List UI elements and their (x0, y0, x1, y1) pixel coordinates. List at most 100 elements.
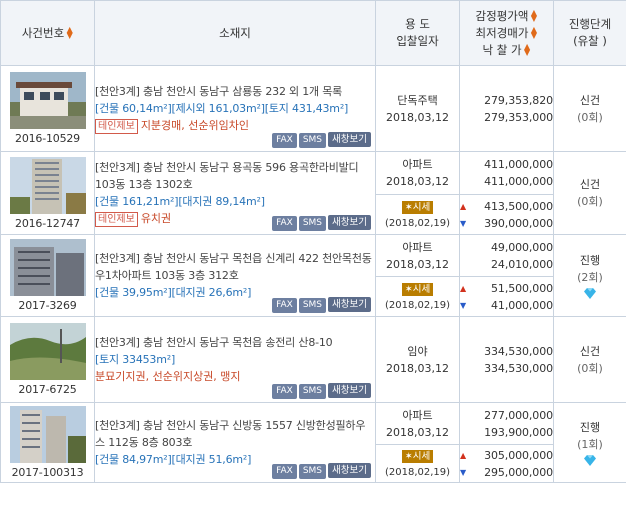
market-high: 305,000,000 (484, 448, 553, 462)
sms-button[interactable]: SMS (298, 298, 327, 313)
property-photo[interactable] (9, 406, 86, 463)
header-status: 진행단계 (유찰 ) (553, 0, 626, 66)
price-cell: 277,000,000 193,900,000 (459, 402, 554, 445)
info-tag[interactable]: 테인제보 (95, 212, 138, 227)
up-arrow-icon: ▲ (460, 450, 467, 460)
property-use: 아파트 (402, 408, 433, 422)
new-window-button[interactable]: 새창보기 (328, 132, 371, 147)
bid-date: 2018,03,12 (386, 110, 449, 124)
case-number[interactable]: 2017-6725 (1, 383, 94, 396)
down-arrow-icon: ▼ (460, 218, 467, 228)
location-cell: [천안3계] 충남 천안시 동남구 용곡동 596 용곡한라비발디 103동 1… (94, 151, 376, 235)
sort-arrows-icon[interactable]: ▲ ▼ (524, 43, 531, 57)
new-window-button[interactable]: 새창보기 (328, 463, 371, 478)
case-number[interactable]: 2016-10529 (1, 132, 94, 145)
price-cell: 334,530,000 334,530,000 (459, 316, 554, 403)
property-photo[interactable] (9, 156, 86, 214)
property-use: 아파트 (402, 158, 433, 171)
property-use: 단독주택 (397, 93, 438, 107)
property-photo[interactable] (9, 72, 86, 129)
photo-cell[interactable]: 2017-3269 (0, 234, 95, 317)
market-logo-icon[interactable]: ✶시세 (401, 449, 434, 463)
header-case-no[interactable]: 사건번호 ▲ ▼ (0, 0, 95, 66)
photo-cell[interactable]: 2016-10529 (0, 65, 95, 152)
new-window-button[interactable]: 새창보기 (328, 297, 371, 312)
market-cell[interactable]: ✶시세 (2018,02,19) (375, 194, 460, 235)
appraisal-price: 279,353,820 (484, 93, 553, 107)
table-row[interactable]: 2016-10529 [천안3계] 충남 천안시 동남구 삼룡동 232 외 1… (0, 65, 626, 152)
fax-button[interactable]: FAX (272, 216, 297, 231)
table-row[interactable]: 2017-6725 [천안3계] 충남 천안시 동남구 목천읍 송전리 산8-1… (0, 316, 626, 403)
table-row[interactable]: 2016-12747 [천안3계] 충남 천안시 동남구 용곡동 596 용곡한… (0, 151, 626, 235)
address-link[interactable]: [천안3계] 충남 천안시 동남구 용곡동 596 용곡한라비발디 103동 1… (95, 159, 375, 193)
bid-date: 2018,03,12 (386, 175, 449, 188)
photo-cell[interactable]: 2017-100313 (0, 402, 95, 483)
diamond-icon (584, 455, 596, 466)
table-row[interactable]: 2017-3269 [천안3계] 충남 천안시 동남구 목천읍 신계리 422 … (0, 234, 626, 317)
status-label: 신건 (579, 93, 601, 107)
sort-arrows-icon[interactable]: ▲ ▼ (66, 26, 73, 40)
use-cell: 단독주택 2018,03,12 (375, 65, 460, 152)
status-count: (0회) (577, 361, 603, 375)
case-number[interactable]: 2017-3269 (1, 299, 94, 312)
market-date: (2018,02,19) (384, 299, 451, 311)
use-cell: 아파트 2018,03,12 (375, 402, 460, 445)
header-location: 소재지 (94, 0, 376, 66)
info-tag[interactable]: 테인제보 (95, 119, 138, 134)
property-photo[interactable] (9, 323, 86, 380)
area-info: [건물 60,14m²][제시외 161,03m²][토지 431,43m²] (95, 102, 349, 115)
address-link[interactable]: [천안3계] 충남 천안시 동남구 목천읍 송전리 산8-10 (95, 334, 375, 351)
sms-button[interactable]: SMS (298, 216, 327, 231)
status-count: (0회) (577, 195, 603, 208)
table-row[interactable]: 2017-100313 [천안3계] 충남 천안시 동남구 신방동 1557 신… (0, 402, 626, 483)
status-cell: 진행 (2회) (553, 234, 626, 317)
up-arrow-icon: ▲ (460, 283, 467, 293)
area-info: [토지 33453m²] (95, 353, 176, 366)
sms-button[interactable]: SMS (298, 464, 327, 479)
status-count: (2회) (577, 271, 603, 284)
case-number[interactable]: 2016-12747 (1, 217, 94, 230)
up-arrow-icon: ▲ (460, 201, 467, 211)
min-bid-price: 279,353,000 (484, 110, 553, 124)
new-window-button[interactable]: 새창보기 (328, 215, 371, 230)
sort-arrows-icon[interactable]: ▲ ▼ (530, 9, 537, 23)
market-low: 41,000,000 (491, 298, 553, 312)
status-label: 진행 (579, 421, 601, 434)
sort-arrows-icon[interactable]: ▲ ▼ (530, 26, 537, 40)
address-link[interactable]: [천안3계] 충남 천안시 동남구 신방동 1557 신방한성필하우스 112동… (95, 417, 375, 451)
property-photo[interactable] (9, 239, 86, 296)
new-window-button[interactable]: 새창보기 (328, 383, 371, 398)
fax-button[interactable]: FAX (272, 298, 297, 313)
bid-date: 2018,03,12 (386, 361, 449, 375)
special-notes: 지분경매, 선순위임차인 (140, 119, 250, 132)
photo-cell[interactable]: 2017-6725 (0, 316, 95, 403)
market-cell[interactable]: ✶시세 (2018,02,19) (375, 444, 460, 483)
sms-button[interactable]: SMS (298, 384, 327, 399)
price-cell: 411,000,000 411,000,000 (459, 151, 554, 195)
min-bid-price: 24,010,000 (491, 257, 553, 271)
min-bid-price: 193,900,000 (484, 425, 553, 439)
status-label: 신건 (579, 178, 601, 191)
address-link[interactable]: [천안3계] 충남 천안시 동남구 목천읍 신계리 422 천안목천동우1차아파… (95, 250, 375, 284)
fax-button[interactable]: FAX (272, 464, 297, 479)
special-notes: 유치권 (140, 212, 172, 225)
appraisal-price: 49,000,000 (491, 240, 553, 254)
use-cell: 아파트 2018,03,12 (375, 151, 460, 195)
fax-button[interactable]: FAX (272, 133, 297, 148)
market-logo-icon[interactable]: ✶시세 (401, 282, 434, 296)
min-bid-price: 411,000,000 (484, 175, 553, 188)
status-cell: 신건 (0회) (553, 316, 626, 403)
market-cell[interactable]: ✶시세 (2018,02,19) (375, 276, 460, 317)
sms-button[interactable]: SMS (298, 133, 327, 148)
area-info: [건물 161,21m²][대지권 89,14m²] (95, 195, 265, 208)
market-logo-icon[interactable]: ✶시세 (401, 200, 434, 214)
fax-button[interactable]: FAX (272, 384, 297, 399)
photo-cell[interactable]: 2016-12747 (0, 151, 95, 235)
address-link[interactable]: [천안3계] 충남 천안시 동남구 삼룡동 232 외 1개 목록 (95, 83, 375, 100)
header-use-date: 용 도 입찰일자 (375, 0, 460, 66)
location-cell: [천안3계] 충남 천안시 동남구 목천읍 신계리 422 천안목천동우1차아파… (94, 234, 376, 317)
status-cell: 신건 (0회) (553, 65, 626, 152)
case-number[interactable]: 2017-100313 (1, 466, 94, 479)
market-high: 51,500,000 (491, 281, 553, 295)
header-prices[interactable]: 감정평가액 ▲ ▼ 최저경매가 ▲ ▼ 낙 찰 가 ▲ ▼ (459, 0, 554, 66)
